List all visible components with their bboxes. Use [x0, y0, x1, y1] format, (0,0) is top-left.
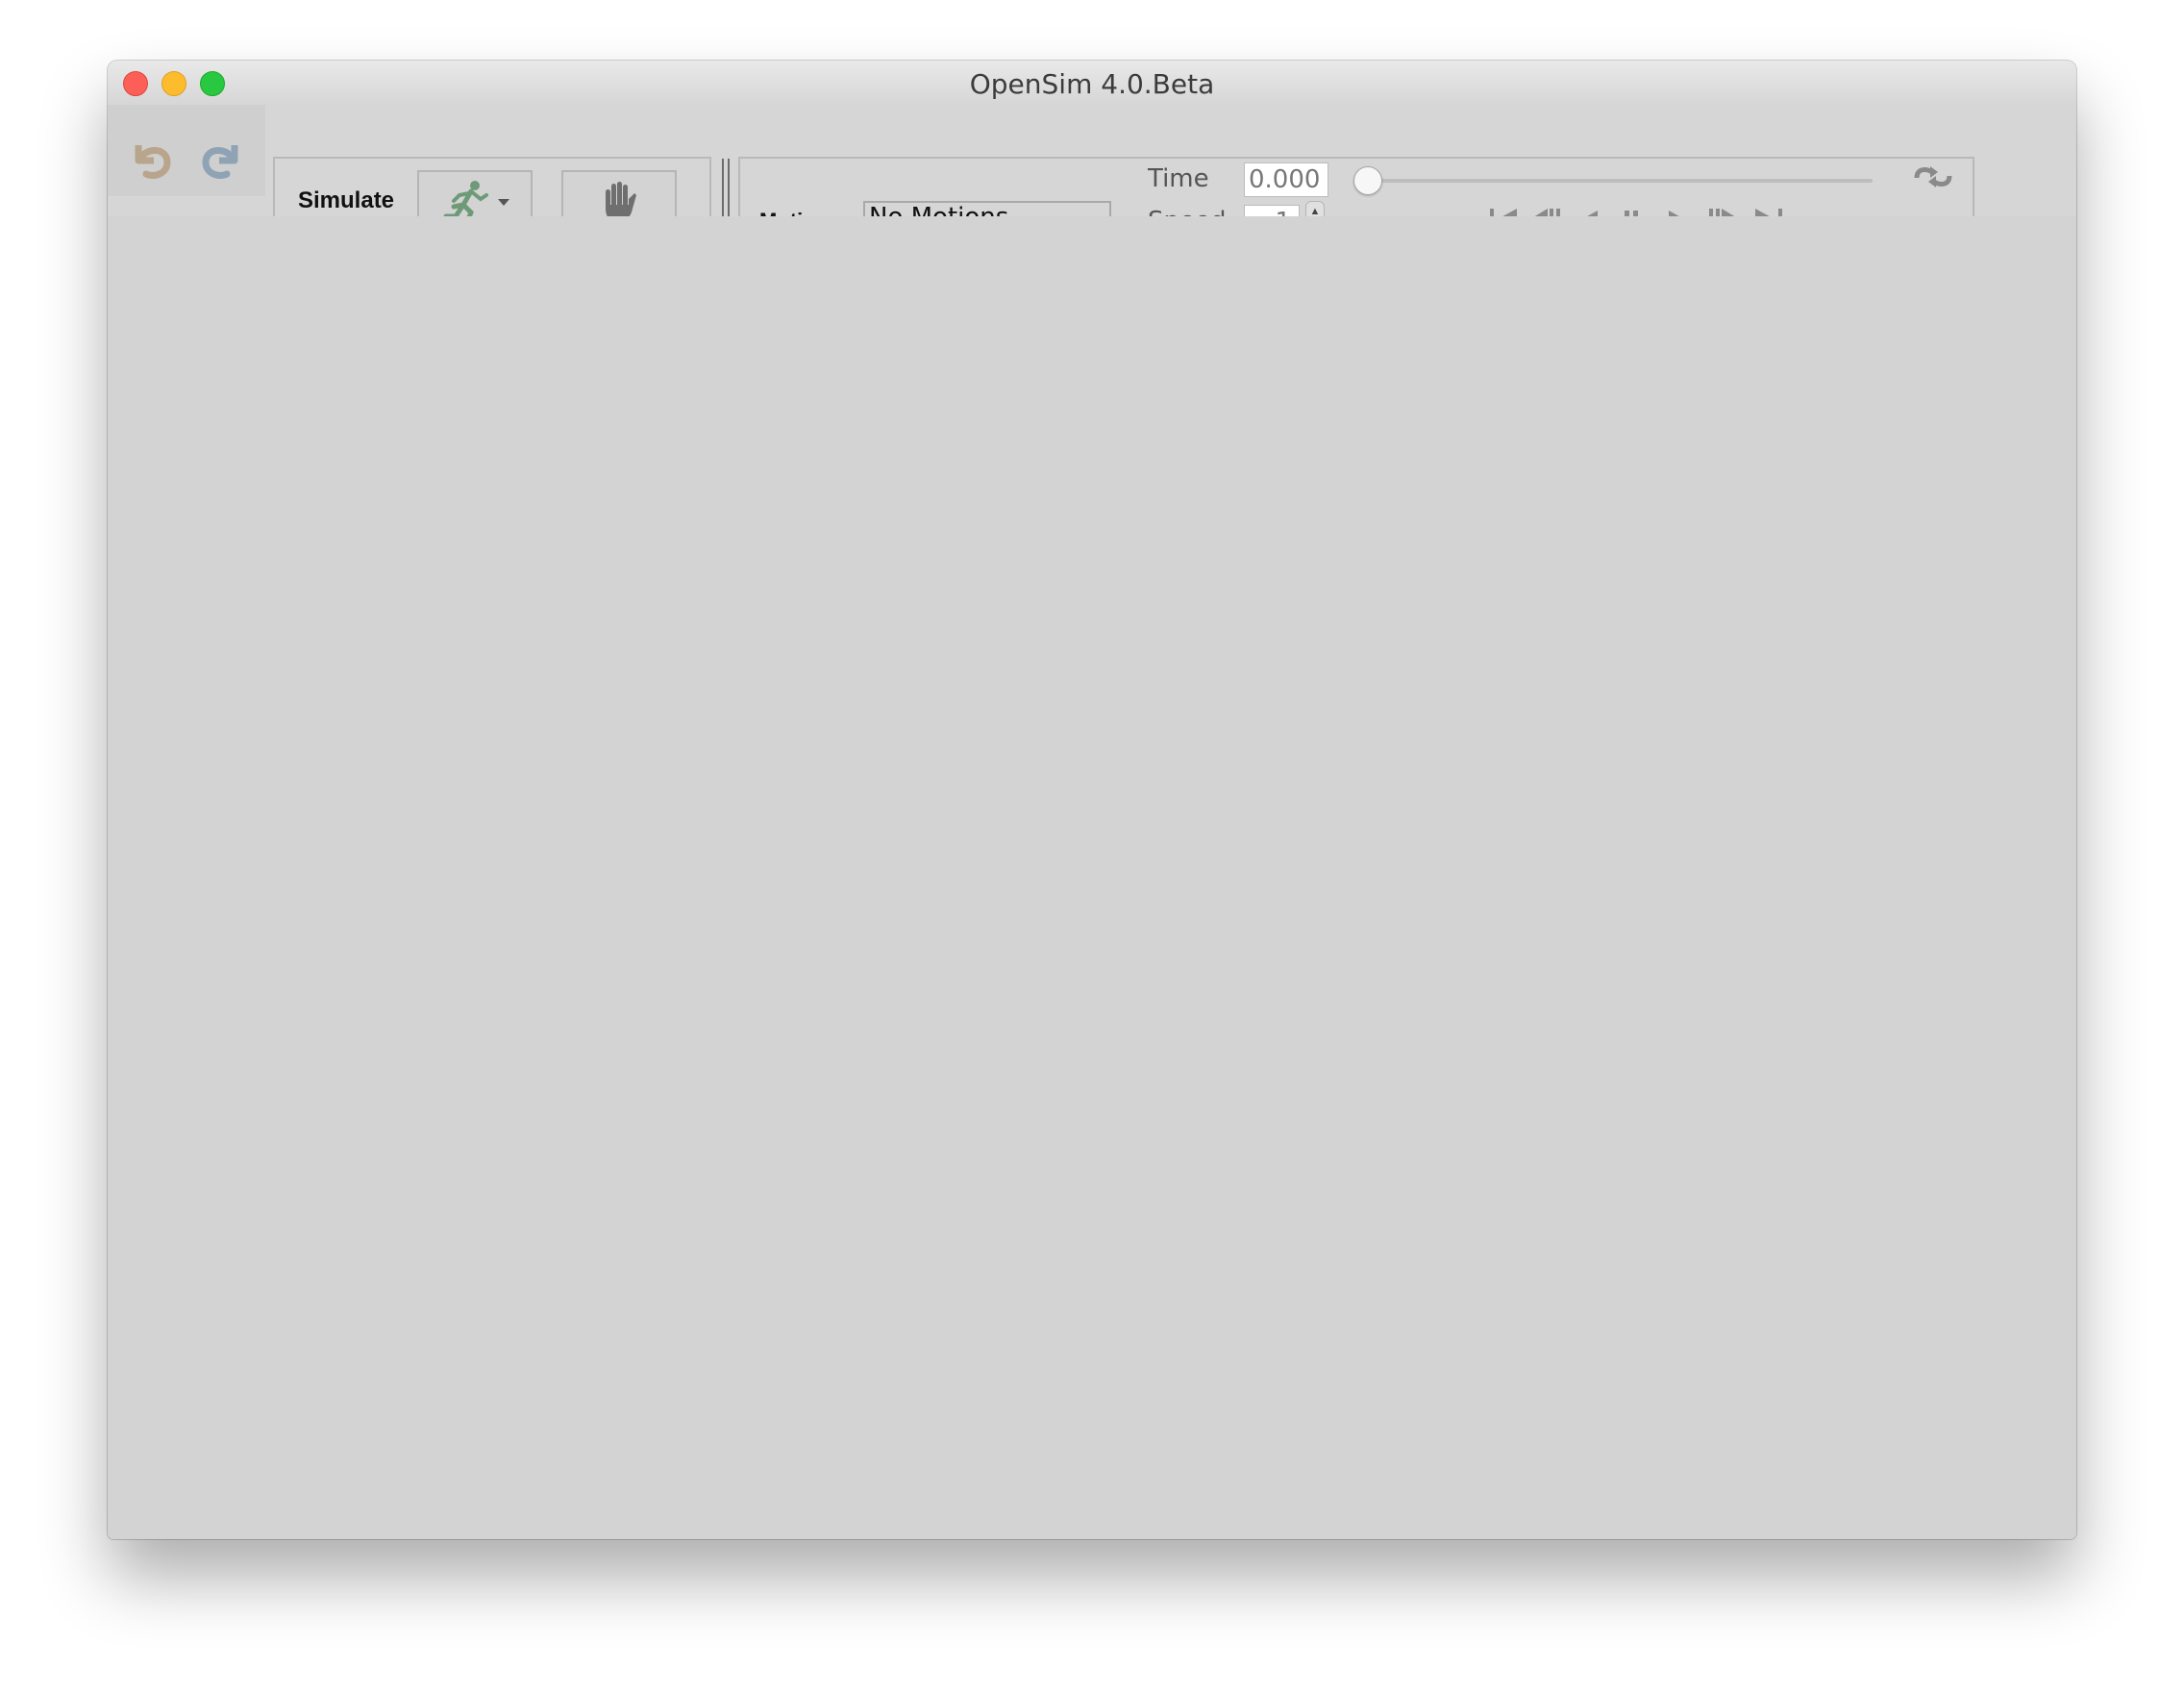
- time-field[interactable]: 0.000: [1244, 162, 1328, 197]
- window-title: OpenSim 4.0.Beta: [969, 68, 1215, 100]
- title-bar[interactable]: OpenSim 4.0.Beta: [108, 61, 2076, 105]
- undo-button[interactable]: [125, 134, 179, 187]
- chevron-down-icon[interactable]: [498, 199, 509, 206]
- redo-button[interactable]: [194, 134, 248, 187]
- main-canvas[interactable]: [108, 216, 2076, 1539]
- app-window: OpenSim 4.0.Beta Simulate Time 0.000 ▲: [108, 61, 2076, 1539]
- undo-redo-group: [108, 105, 265, 196]
- time-label: Time: [1148, 164, 1209, 193]
- loop-icon: [1914, 166, 1952, 187]
- undo-icon: [135, 145, 171, 179]
- time-slider-track[interactable]: [1365, 179, 1873, 183]
- simulate-label: Simulate: [298, 187, 395, 213]
- loop-button[interactable]: [1911, 161, 1955, 193]
- redo-icon: [202, 145, 238, 179]
- time-slider-thumb[interactable]: [1353, 166, 1382, 195]
